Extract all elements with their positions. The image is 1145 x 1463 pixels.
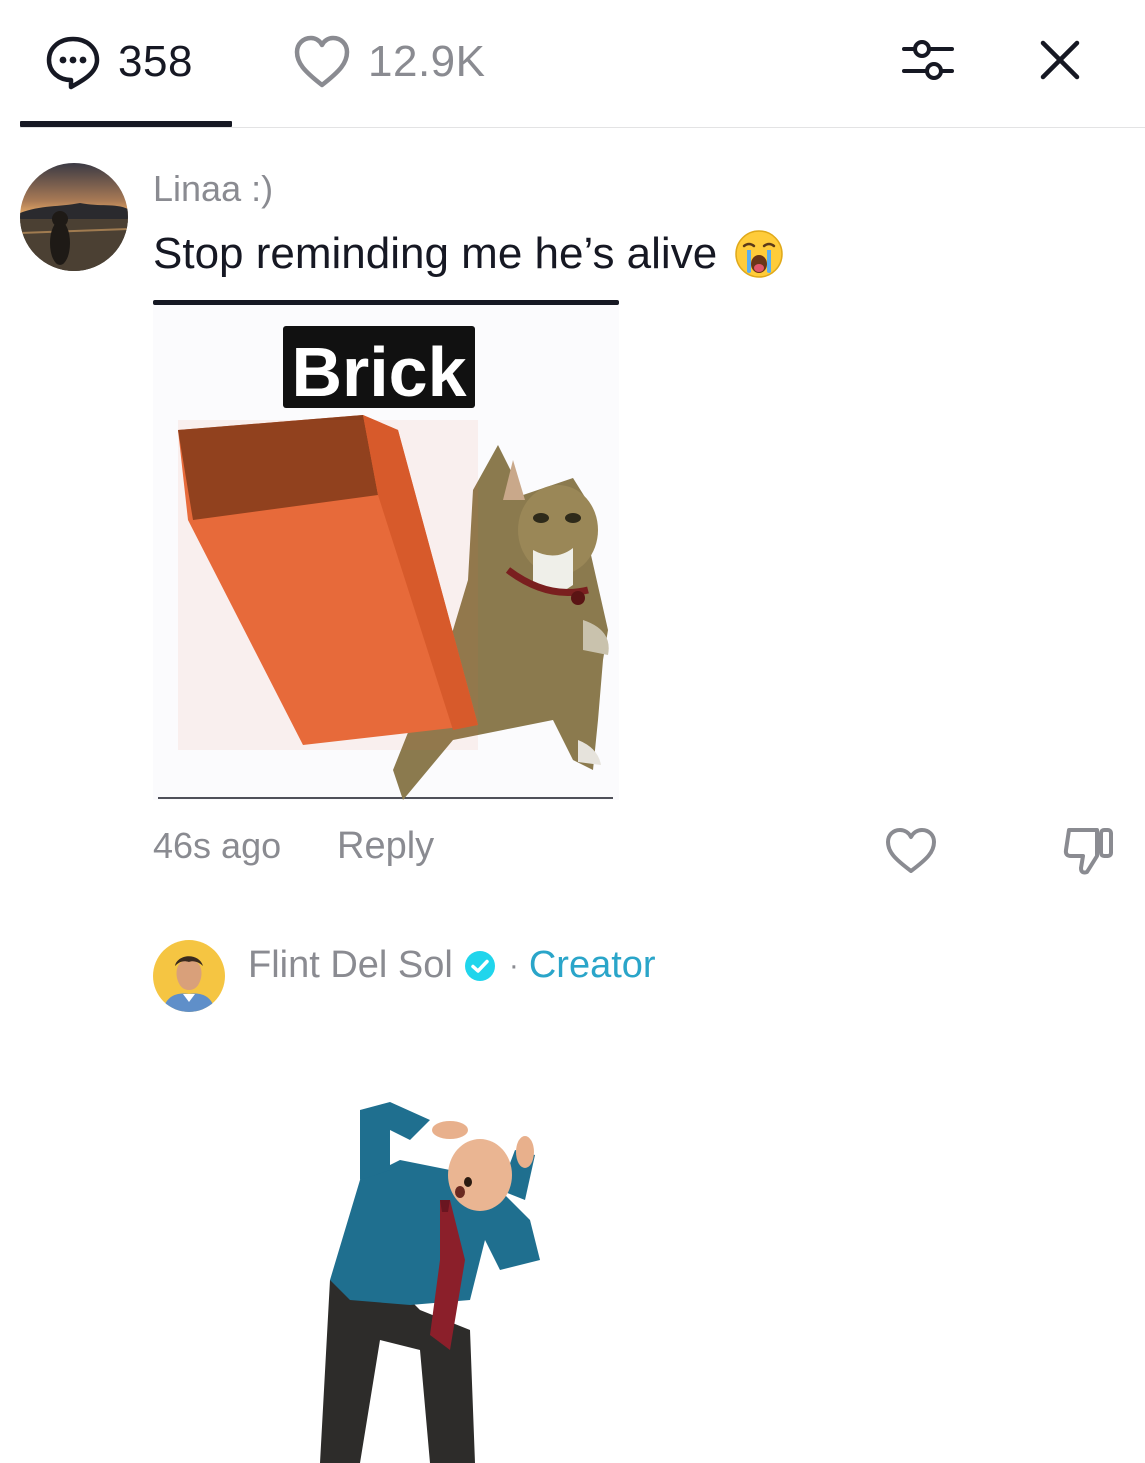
comments-header: 358 12.9K bbox=[0, 0, 1145, 129]
like-comment-button[interactable] bbox=[882, 822, 940, 880]
comment-bubble-icon bbox=[46, 36, 100, 90]
dislike-comment-button[interactable] bbox=[1060, 822, 1118, 880]
avatar[interactable] bbox=[153, 940, 225, 1012]
header-divider bbox=[20, 127, 1145, 128]
crying-face-emoji-icon bbox=[735, 230, 783, 278]
close-button[interactable] bbox=[1030, 30, 1090, 90]
ducking-man-sticker[interactable] bbox=[300, 1090, 570, 1463]
reply-header: Flint Del Sol · Creator bbox=[248, 944, 656, 987]
comments-count: 358 bbox=[118, 37, 193, 86]
likes-count: 12.9K bbox=[368, 37, 486, 86]
brick-cat-sticker[interactable]: Brick bbox=[153, 300, 619, 800]
filter-button[interactable] bbox=[898, 30, 958, 90]
sticker-caption: Brick bbox=[291, 333, 466, 411]
comment-timestamp: 46s ago bbox=[153, 825, 282, 866]
heart-outline-icon bbox=[886, 828, 936, 873]
separator-dot: · bbox=[508, 948, 519, 982]
verified-badge-icon bbox=[464, 950, 495, 981]
comment-text: Stop reminding me he’s alive bbox=[153, 228, 785, 280]
heart-outline-icon bbox=[294, 35, 350, 88]
close-icon bbox=[1040, 40, 1080, 80]
tab-likes[interactable]: 12.9K bbox=[292, 30, 485, 94]
comment-username[interactable]: Linaa :) bbox=[153, 168, 273, 210]
avatar[interactable] bbox=[20, 163, 128, 271]
comment-body: Stop reminding me he’s alive bbox=[153, 229, 718, 278]
reply-username[interactable]: Flint Del Sol bbox=[248, 944, 453, 987]
reply-button[interactable]: Reply bbox=[337, 825, 434, 868]
thumbs-down-icon bbox=[1063, 828, 1113, 875]
tab-comments[interactable]: 358 bbox=[44, 30, 193, 94]
creator-badge: Creator bbox=[528, 944, 656, 986]
sliders-icon bbox=[902, 40, 954, 80]
